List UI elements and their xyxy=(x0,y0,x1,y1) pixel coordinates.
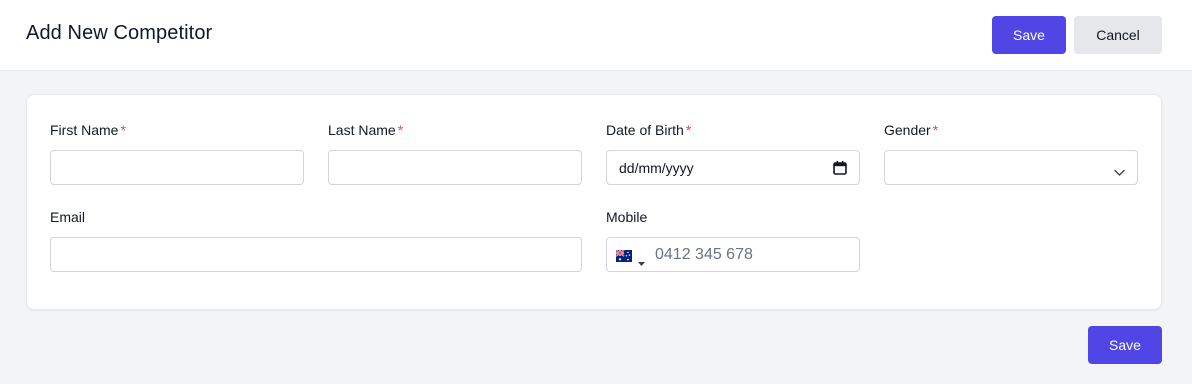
gender-label-text: Gender xyxy=(884,122,931,138)
last-name-label-text: Last Name xyxy=(328,122,396,138)
last-name-input[interactable] xyxy=(328,150,582,185)
gender-label: Gender * xyxy=(884,122,938,138)
date-of-birth-label: Date of Birth * xyxy=(606,122,691,138)
country-caret-icon[interactable] xyxy=(638,253,645,271)
page-title: Add New Competitor xyxy=(26,22,213,44)
mobile-placeholder: 0412 345 678 xyxy=(655,246,753,263)
last-name-label: Last Name * xyxy=(328,122,403,138)
header-cancel-button[interactable]: Cancel xyxy=(1074,16,1162,54)
competitor-form-card: First Name * Last Name * Date of Birth * Ge… xyxy=(26,94,1162,310)
required-mark: * xyxy=(397,122,404,138)
first-name-label: First Name * xyxy=(50,122,126,138)
calendar-icon[interactable] xyxy=(833,161,847,180)
australia-flag-icon[interactable] xyxy=(615,249,632,267)
date-of-birth-label-text: Date of Birth xyxy=(606,122,684,138)
header-save-button[interactable]: Save xyxy=(992,16,1066,54)
email-input[interactable] xyxy=(50,237,582,272)
required-mark: * xyxy=(685,122,692,138)
date-of-birth-input[interactable]: dd/mm/yyyy xyxy=(606,150,860,185)
first-name-input[interactable] xyxy=(50,150,304,185)
required-mark: * xyxy=(120,122,126,138)
page-header: Add New Competitor Save Cancel xyxy=(0,0,1192,71)
chevron-down-icon xyxy=(1114,164,1125,182)
required-mark: * xyxy=(932,122,939,138)
email-label: Email xyxy=(50,209,86,225)
footer-save-button[interactable]: Save xyxy=(1088,326,1162,364)
gender-select[interactable] xyxy=(884,150,1138,185)
mobile-label: Mobile xyxy=(606,209,648,225)
mobile-input[interactable]: 0412 345 678 xyxy=(606,237,860,272)
date-placeholder: dd/mm/yyyy xyxy=(619,160,694,176)
first-name-label-text: First Name xyxy=(50,122,119,138)
